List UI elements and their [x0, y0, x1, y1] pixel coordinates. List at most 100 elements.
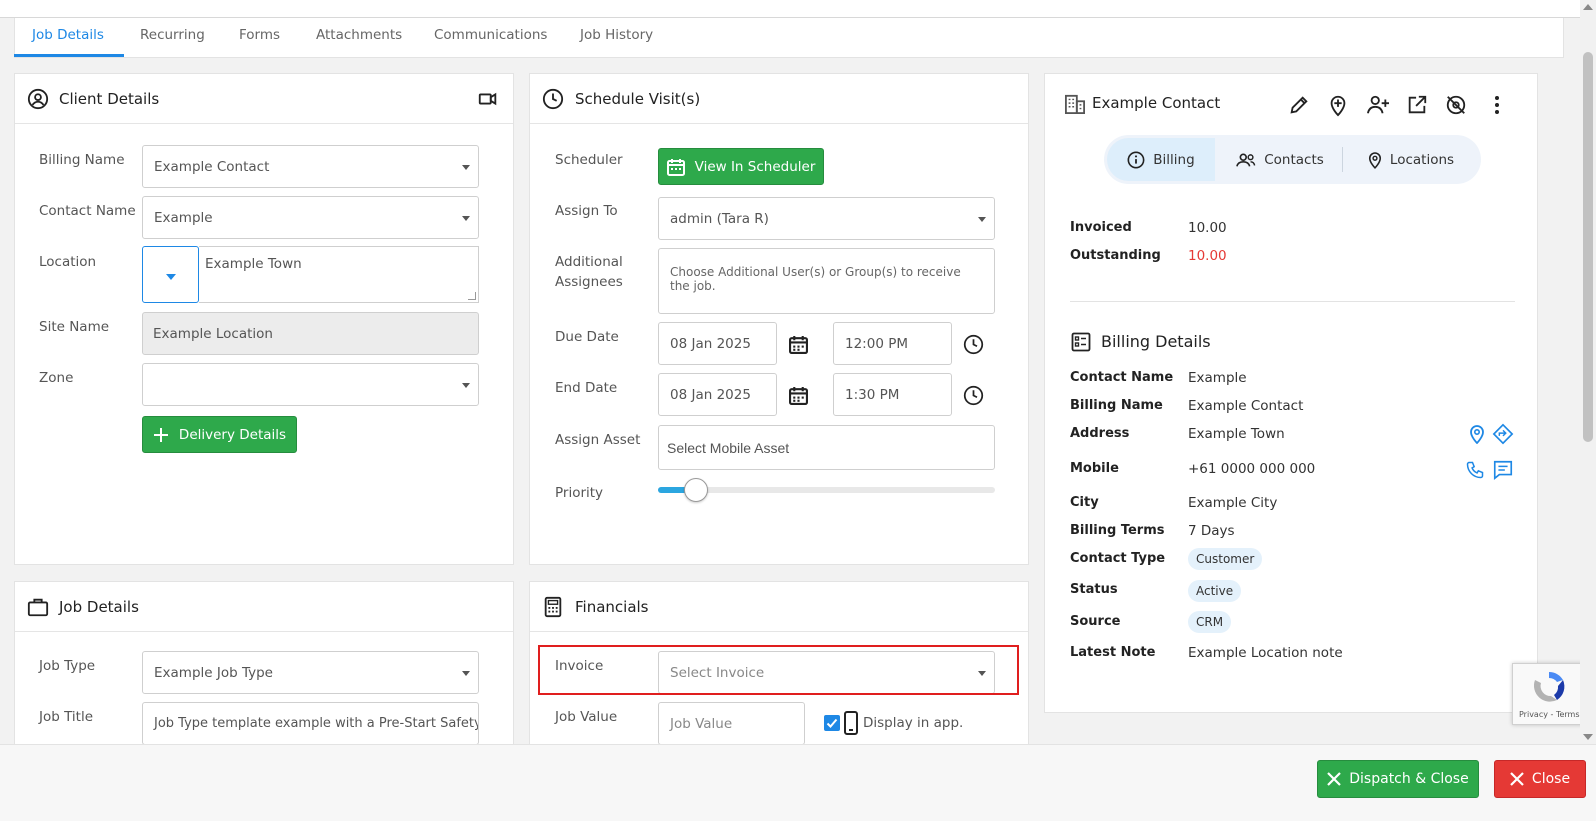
chevron-down-icon [462, 164, 470, 170]
assign-to-value: admin (Tara R) [670, 210, 769, 227]
location-value: Example Town [205, 256, 302, 272]
due-date-input[interactable]: 08 Jan 2025 [658, 322, 777, 365]
scrollbar-thumb[interactable] [1583, 52, 1593, 442]
directions-icon[interactable] [1492, 423, 1514, 445]
dispatch-close-label: Dispatch & Close [1349, 771, 1469, 787]
billing-details-title: Billing Details [1101, 332, 1211, 351]
end-time-value: 1:30 PM [845, 386, 900, 403]
view-in-scheduler-label: View In Scheduler [694, 158, 816, 175]
close-x-icon [1327, 772, 1342, 786]
additional-assignees-label-2: Assignees [555, 274, 623, 290]
resize-handle-icon[interactable] [468, 292, 476, 300]
detail-mobile-value: +61 0000 000 000 [1188, 461, 1316, 477]
open-external-icon[interactable] [1406, 94, 1428, 116]
display-in-app-checkbox[interactable] [824, 715, 840, 731]
end-date-value: 08 Jan 2025 [670, 386, 751, 403]
panel-divider [1070, 301, 1515, 302]
info-icon [1127, 151, 1145, 168]
location-textarea[interactable]: Example Town [199, 246, 479, 303]
tab-attachments[interactable]: Attachments [316, 27, 402, 43]
active-tab-indicator [14, 54, 124, 57]
map-pin-icon[interactable] [1469, 424, 1485, 444]
assign-to-select[interactable]: admin (Tara R) [658, 197, 995, 240]
chevron-down-icon [462, 382, 470, 388]
zone-label: Zone [39, 370, 74, 386]
dispatch-close-button[interactable]: Dispatch & Close [1317, 760, 1479, 798]
job-details-card: Job Details Job Type Example Job Type Jo… [14, 581, 514, 751]
detail-billing-name-value: Example Contact [1188, 398, 1304, 414]
edit-pencil-icon[interactable] [1288, 94, 1310, 116]
add-location-icon[interactable] [1327, 93, 1349, 117]
contact-name-label: Contact Name [39, 203, 136, 219]
subtab-locations[interactable]: Locations [1346, 138, 1476, 181]
recaptcha-links[interactable]: Privacy - Terms [1519, 710, 1580, 719]
user-circle-icon [27, 88, 49, 110]
detail-latest-note-value: Example Location note [1188, 645, 1343, 661]
billing-name-label: Billing Name [39, 152, 125, 168]
calendar-icon [666, 158, 685, 176]
job-title-value: Job Type template example with a Pre-Sta… [154, 716, 479, 731]
location-off-icon[interactable] [1445, 94, 1467, 116]
video-icon[interactable] [477, 88, 499, 110]
additional-assignees-select[interactable]: Choose Additional User(s) or Group(s) to… [658, 248, 995, 314]
add-user-icon[interactable] [1366, 94, 1390, 116]
billing-list-icon [1071, 332, 1091, 352]
job-type-select[interactable]: Example Job Type [142, 651, 479, 694]
detail-billing-terms-value: 7 Days [1188, 523, 1235, 539]
subtab-contacts[interactable]: Contacts [1218, 138, 1342, 181]
detail-contact-type-label: Contact Type [1070, 551, 1166, 566]
contact-type-badge: Customer [1188, 548, 1263, 570]
tab-job-details[interactable]: Job Details [32, 27, 104, 43]
end-date-input[interactable]: 08 Jan 2025 [658, 373, 777, 416]
checkmark-icon [826, 718, 838, 728]
due-date-label: Due Date [555, 329, 619, 345]
view-in-scheduler-button[interactable]: View In Scheduler [658, 148, 824, 185]
scrollbar-track[interactable] [1580, 0, 1596, 744]
more-vertical-icon[interactable] [1492, 94, 1502, 116]
message-icon[interactable] [1492, 459, 1514, 481]
chevron-down-icon [978, 216, 986, 222]
delivery-details-label: Delivery Details [178, 426, 287, 443]
due-time-input[interactable]: 12:00 PM [833, 322, 952, 365]
people-icon [1236, 153, 1256, 167]
outstanding-label: Outstanding [1070, 248, 1161, 263]
subtab-divider [1342, 147, 1343, 172]
detail-billing-name-label: Billing Name [1070, 398, 1163, 413]
invoiced-label: Invoiced [1070, 220, 1132, 235]
calendar-icon[interactable] [789, 335, 808, 354]
subtab-billing[interactable]: Billing [1107, 138, 1215, 181]
tab-job-history[interactable]: Job History [580, 27, 653, 43]
mobile-phone-icon [844, 711, 858, 735]
subtab-contacts-label: Contacts [1264, 151, 1324, 168]
phone-call-icon[interactable] [1465, 460, 1485, 480]
clock-icon[interactable] [963, 385, 984, 406]
close-button[interactable]: Close [1494, 760, 1586, 798]
priority-slider-track[interactable] [658, 478, 995, 502]
assign-asset-input[interactable]: Select Mobile Asset [658, 425, 995, 470]
schedule-visit-header: Schedule Visit(s) [530, 74, 1028, 124]
contact-name-value: Example [154, 209, 213, 226]
delivery-details-button[interactable]: Delivery Details [142, 416, 297, 453]
clock-icon[interactable] [963, 334, 984, 355]
location-dropdown-button[interactable] [142, 246, 199, 303]
scroll-down-icon[interactable] [1583, 734, 1593, 740]
tab-communications[interactable]: Communications [434, 27, 547, 43]
schedule-visit-title: Schedule Visit(s) [575, 90, 701, 108]
calendar-icon[interactable] [789, 386, 808, 405]
status-badge: Active [1188, 580, 1242, 602]
tab-forms[interactable]: Forms [239, 27, 280, 43]
job-value-input[interactable]: Job Value [658, 702, 805, 745]
recaptcha-logo-icon [1533, 671, 1565, 702]
end-time-input[interactable]: 1:30 PM [833, 373, 952, 416]
priority-slider-handle[interactable] [684, 478, 708, 502]
scroll-up-icon[interactable] [1583, 4, 1593, 10]
due-date-value: 08 Jan 2025 [670, 335, 751, 352]
billing-name-select[interactable]: Example Contact [142, 145, 479, 188]
contact-name-select[interactable]: Example [142, 196, 479, 239]
tab-recurring[interactable]: Recurring [140, 27, 205, 43]
job-type-value: Example Job Type [154, 664, 273, 681]
job-title-input[interactable]: Job Type template example with a Pre-Sta… [142, 702, 479, 745]
zone-select[interactable] [142, 363, 479, 406]
billing-name-value: Example Contact [154, 158, 270, 175]
assign-asset-label: Assign Asset [555, 432, 641, 448]
